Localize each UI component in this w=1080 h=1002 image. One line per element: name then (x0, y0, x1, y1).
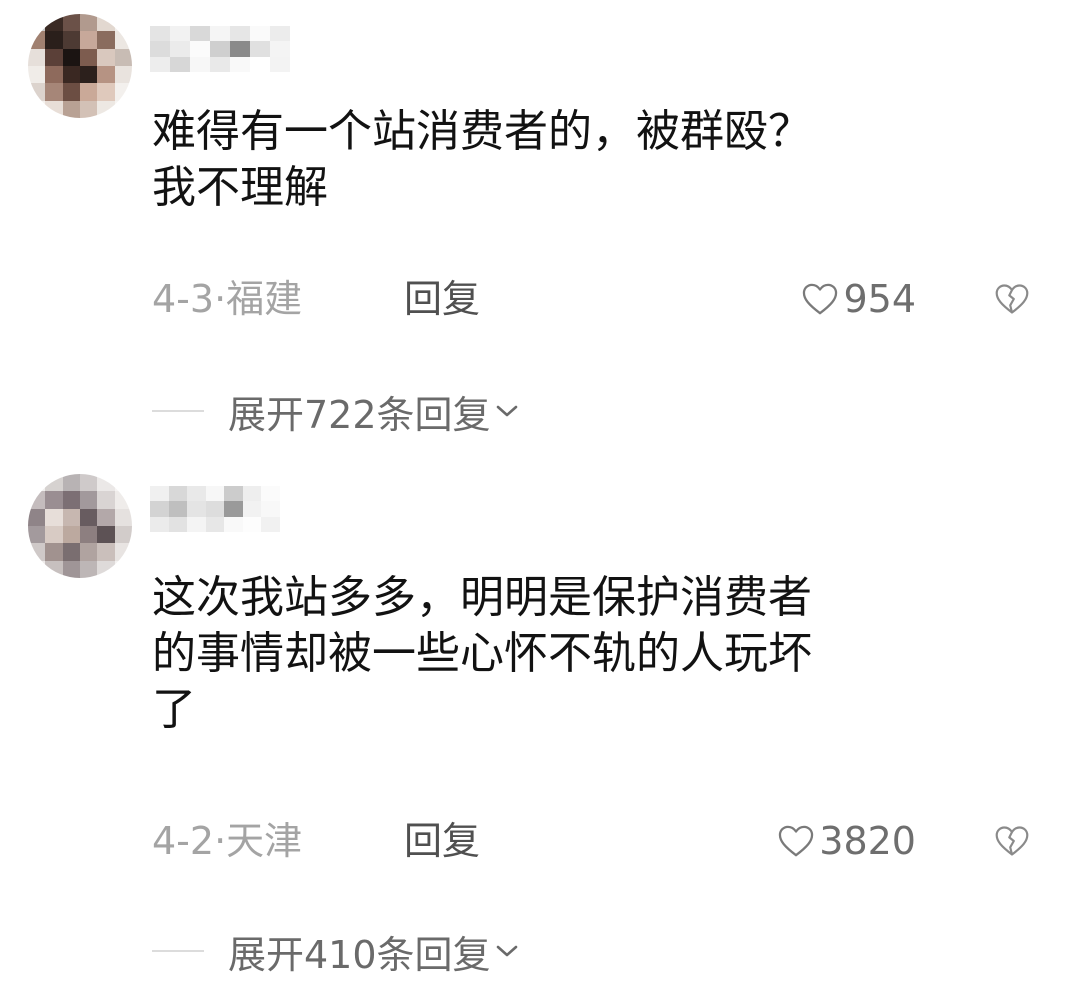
comment-meta-row: 4-2·天津 回复 3820 (152, 816, 1042, 866)
expand-replies-label: 展开722条回复 (228, 392, 491, 437)
reply-button[interactable]: 回复 (404, 816, 480, 866)
comment-item: 这次我站多多，明明是保护消费者 的事情却被一些心怀不轨的人玩坏 了 4-2·天津… (0, 470, 1080, 1002)
expand-replies-button[interactable]: 展开410条回复 (152, 926, 519, 977)
comment-text: 这次我站多多，明明是保护消费者 的事情却被一些心怀不轨的人玩坏 了 (152, 572, 812, 735)
like-count: 3820 (819, 819, 916, 863)
heart-icon (779, 825, 814, 857)
like-button[interactable]: 3820 (777, 816, 916, 866)
broken-heart-icon[interactable] (994, 824, 1030, 858)
divider-line (152, 950, 204, 952)
comment-text: 难得有一个站消费者的，被群殴？ 我不理解 (152, 106, 812, 213)
comment-item: 难得有一个站消费者的，被群殴？ 我不理解 4-3·福建 回复 954 展开722… (0, 0, 1080, 470)
like-button[interactable]: 954 (801, 274, 916, 324)
reply-button[interactable]: 回复 (404, 274, 480, 324)
chevron-down-icon (496, 945, 517, 957)
username[interactable] (150, 26, 290, 72)
avatar[interactable] (28, 14, 132, 118)
comment-date-location: 4-3·福建 (152, 277, 303, 321)
divider-line (152, 410, 204, 412)
heart-icon (803, 283, 838, 315)
expand-replies-button[interactable]: 展开722条回复 (152, 386, 519, 437)
comment-date-location: 4-2·天津 (152, 819, 303, 863)
like-count: 954 (843, 277, 916, 321)
avatar[interactable] (28, 474, 132, 578)
expand-replies-label: 展开410条回复 (228, 932, 491, 977)
comment-meta-row: 4-3·福建 回复 954 (152, 274, 1042, 324)
chevron-down-icon (496, 405, 517, 417)
broken-heart-icon[interactable] (994, 282, 1030, 316)
username[interactable] (150, 486, 280, 532)
